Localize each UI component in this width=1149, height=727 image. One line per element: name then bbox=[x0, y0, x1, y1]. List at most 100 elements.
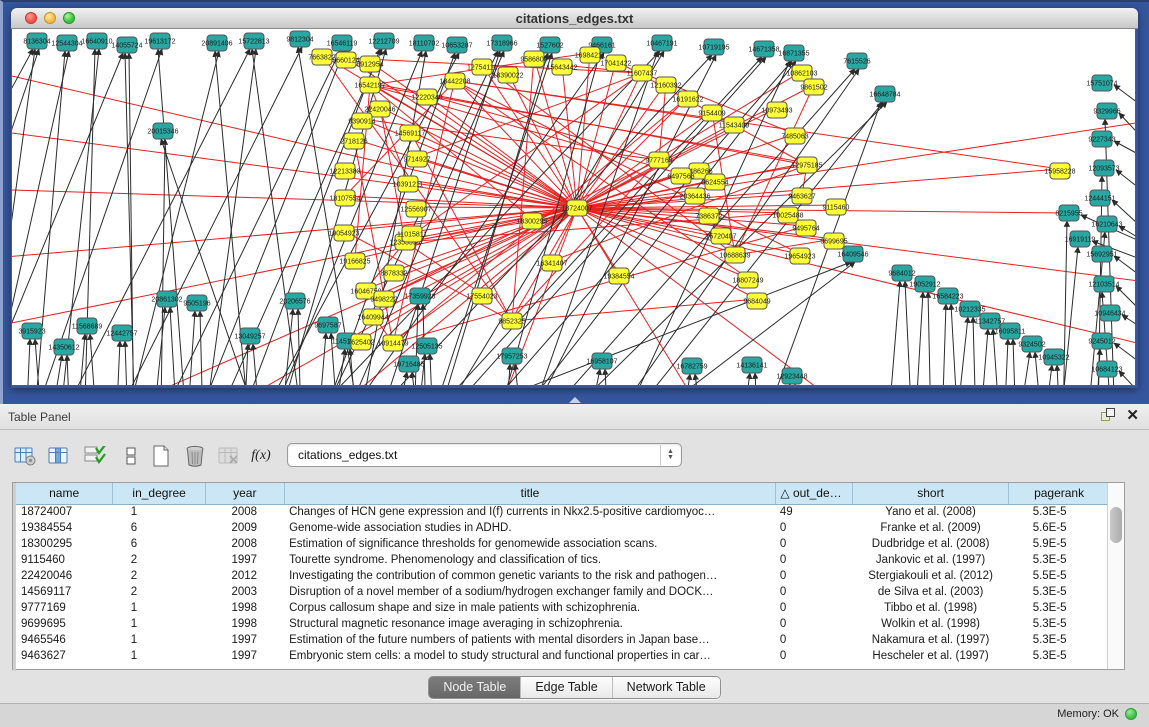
cell-title[interactable]: Embryonic stem cells: a model to study s… bbox=[284, 648, 776, 664]
cell-year[interactable]: 1997 bbox=[205, 632, 284, 648]
row-height-icon[interactable] bbox=[118, 442, 144, 470]
network-node-20891406[interactable]: 20891406 bbox=[201, 35, 232, 51]
network-node-15643442[interactable]: 15643442 bbox=[546, 59, 577, 75]
network-node-12103514[interactable]: 12103514 bbox=[1088, 276, 1119, 292]
cell-pagerank[interactable]: 5.3E-5 bbox=[1009, 552, 1110, 568]
table-row[interactable]: 1938455462009Genome-wide association stu… bbox=[16, 520, 1110, 536]
network-window-titlebar[interactable]: citations_edges.txt bbox=[11, 8, 1138, 29]
network-node-7625402[interactable]: 7625402 bbox=[347, 334, 374, 350]
network-node-9714927[interactable]: 9714927 bbox=[403, 151, 430, 167]
network-node-15722813[interactable]: 15722813 bbox=[238, 33, 269, 49]
network-node-8215955[interactable]: 8215955 bbox=[1055, 205, 1082, 221]
network-node-10391211[interactable]: 10391211 bbox=[393, 176, 424, 192]
network-node-9154409[interactable]: 9154409 bbox=[698, 105, 725, 121]
network-node-17554023[interactable]: 17554023 bbox=[466, 288, 497, 304]
cell-out_degree[interactable]: 0 bbox=[776, 536, 853, 552]
network-node-12213383[interactable]: 12213383 bbox=[329, 163, 360, 179]
cell-pagerank[interactable]: 5.3E-5 bbox=[1009, 584, 1110, 600]
network-node-9498222[interactable]: 9498222 bbox=[370, 291, 397, 307]
cell-name[interactable]: 14569117 bbox=[16, 584, 113, 600]
tab-edge-table[interactable]: Edge Table bbox=[521, 677, 612, 698]
table-row[interactable]: 946554611997Estimation of the future num… bbox=[16, 632, 1110, 648]
cell-title[interactable]: Structural magnetic resonance image aver… bbox=[284, 616, 776, 632]
network-node-10946434[interactable]: 10946434 bbox=[1094, 305, 1125, 321]
network-node-12444151[interactable]: 12444151 bbox=[1084, 190, 1115, 206]
cell-name[interactable]: 18300295 bbox=[16, 536, 113, 552]
network-node-20015346[interactable]: 20015346 bbox=[147, 123, 178, 139]
cell-year[interactable]: 1998 bbox=[205, 616, 284, 632]
cell-year[interactable]: 2008 bbox=[205, 536, 284, 552]
cell-in_degree[interactable]: 1 bbox=[113, 648, 206, 664]
network-node-2718126[interactable]: 2718126 bbox=[340, 133, 367, 149]
cell-short[interactable]: Nakamura et al. (1997) bbox=[852, 632, 1008, 648]
network-node-12212709[interactable]: 12212709 bbox=[368, 33, 399, 49]
network-node-17359928[interactable]: 17359928 bbox=[404, 288, 435, 304]
network-node-9227343[interactable]: 9227343 bbox=[1088, 131, 1115, 147]
cell-name[interactable]: 9115460 bbox=[16, 552, 113, 568]
table-selector-dropdown[interactable]: citations_edges.txt ▲ ▼ bbox=[287, 443, 682, 467]
network-node-14055724[interactable]: 14055724 bbox=[111, 37, 142, 53]
cell-title[interactable]: Estimation of the future numbers of pati… bbox=[284, 632, 776, 648]
network-node-9697587[interactable]: 9697587 bbox=[314, 317, 341, 333]
cell-short[interactable]: Yano et al. (2008) bbox=[852, 504, 1008, 520]
cell-title[interactable]: Investigating the contribution of common… bbox=[284, 568, 776, 584]
network-node-18107554[interactable]: 18107554 bbox=[329, 190, 360, 206]
cell-name[interactable]: 19384554 bbox=[16, 520, 113, 536]
cell-in_degree[interactable]: 2 bbox=[113, 552, 206, 568]
cell-out_degree[interactable]: 0 bbox=[776, 632, 853, 648]
cell-year[interactable]: 1997 bbox=[205, 648, 284, 664]
network-node-9245012[interactable]: 9245012 bbox=[1088, 333, 1115, 349]
network-node-11568689[interactable]: 11568689 bbox=[72, 318, 103, 334]
citation-network-graph[interactable]: 1872400781363041254430416640910140557241… bbox=[12, 29, 1136, 386]
cell-year[interactable]: 2008 bbox=[205, 504, 284, 520]
network-node-12093573[interactable]: 12093573 bbox=[1088, 160, 1119, 176]
cell-out_degree[interactable]: 0 bbox=[776, 616, 853, 632]
new-file-icon[interactable] bbox=[148, 442, 174, 470]
cell-short[interactable]: Stergiakouli et al. (2012) bbox=[852, 568, 1008, 584]
network-node-9684012[interactable]: 9684012 bbox=[888, 265, 915, 281]
network-node-9684049[interactable]: 9684049 bbox=[743, 293, 770, 309]
network-node-17957253[interactable]: 17957253 bbox=[496, 348, 527, 364]
cell-in_degree[interactable]: 6 bbox=[113, 520, 206, 536]
cell-short[interactable]: Dudbridge et al. (2008) bbox=[852, 536, 1008, 552]
network-node-6497568[interactable]: 6497568 bbox=[667, 168, 694, 184]
cell-name[interactable]: 9699695 bbox=[16, 616, 113, 632]
network-node-19716485[interactable]: 19716485 bbox=[393, 356, 424, 372]
network-node-9505196[interactable]: 9505196 bbox=[183, 295, 210, 311]
cell-name[interactable]: 22420046 bbox=[16, 568, 113, 584]
cell-short[interactable]: Franke et al. (2009) bbox=[852, 520, 1008, 536]
column-header-pagerank[interactable]: pagerank bbox=[1009, 483, 1110, 504]
network-node-9390914[interactable]: 9390914 bbox=[348, 113, 375, 129]
float-window-icon[interactable] bbox=[1101, 408, 1116, 423]
table-row[interactable]: 977716911998Corpus callosum shape and si… bbox=[16, 600, 1110, 616]
network-node-16191622[interactable]: 16191622 bbox=[672, 91, 703, 107]
cell-pagerank[interactable]: 5.3E-5 bbox=[1009, 504, 1110, 520]
network-node-10719195[interactable]: 10719195 bbox=[698, 39, 729, 55]
network-node-7485063[interactable]: 7485063 bbox=[781, 128, 808, 144]
cell-name[interactable]: 9777169 bbox=[16, 600, 113, 616]
cell-out_degree[interactable]: 0 bbox=[776, 568, 853, 584]
tab-node-table[interactable]: Node Table bbox=[429, 677, 521, 698]
tab-network-table[interactable]: Network Table bbox=[613, 677, 720, 698]
cell-out_degree[interactable]: 0 bbox=[776, 520, 853, 536]
cell-name[interactable]: 9465546 bbox=[16, 632, 113, 648]
network-node-14136141[interactable]: 14136141 bbox=[736, 357, 767, 373]
network-node-16584223[interactable]: 16584223 bbox=[932, 288, 963, 304]
cell-short[interactable]: Hescheler et al. (1997) bbox=[852, 648, 1008, 664]
network-node-3624554[interactable]: 3624554 bbox=[701, 174, 728, 190]
network-node-16210643[interactable]: 16210643 bbox=[1091, 216, 1122, 232]
cell-pagerank[interactable]: 5.3E-5 bbox=[1009, 632, 1110, 648]
column-header-title[interactable]: title bbox=[284, 483, 776, 504]
cell-pagerank[interactable]: 5.5E-5 bbox=[1009, 568, 1110, 584]
delete-table-icon[interactable] bbox=[216, 442, 242, 470]
cell-out_degree[interactable]: 49 bbox=[776, 504, 853, 520]
network-node-9329966[interactable]: 9329966 bbox=[1093, 103, 1120, 119]
cell-title[interactable]: Genome-wide association studies in ADHD. bbox=[284, 520, 776, 536]
scrollbar-thumb[interactable] bbox=[1110, 507, 1122, 543]
cell-short[interactable]: Wolkin et al. (1998) bbox=[852, 616, 1008, 632]
cell-pagerank[interactable]: 5.3E-5 bbox=[1009, 600, 1110, 616]
network-node-10973493[interactable]: 10973493 bbox=[761, 102, 792, 118]
column-header-in_degree[interactable]: in_degree bbox=[113, 483, 206, 504]
cell-title[interactable]: Tourette syndrome. Phenomenology and cla… bbox=[284, 552, 776, 568]
network-node-9495764[interactable]: 9495764 bbox=[792, 220, 819, 236]
